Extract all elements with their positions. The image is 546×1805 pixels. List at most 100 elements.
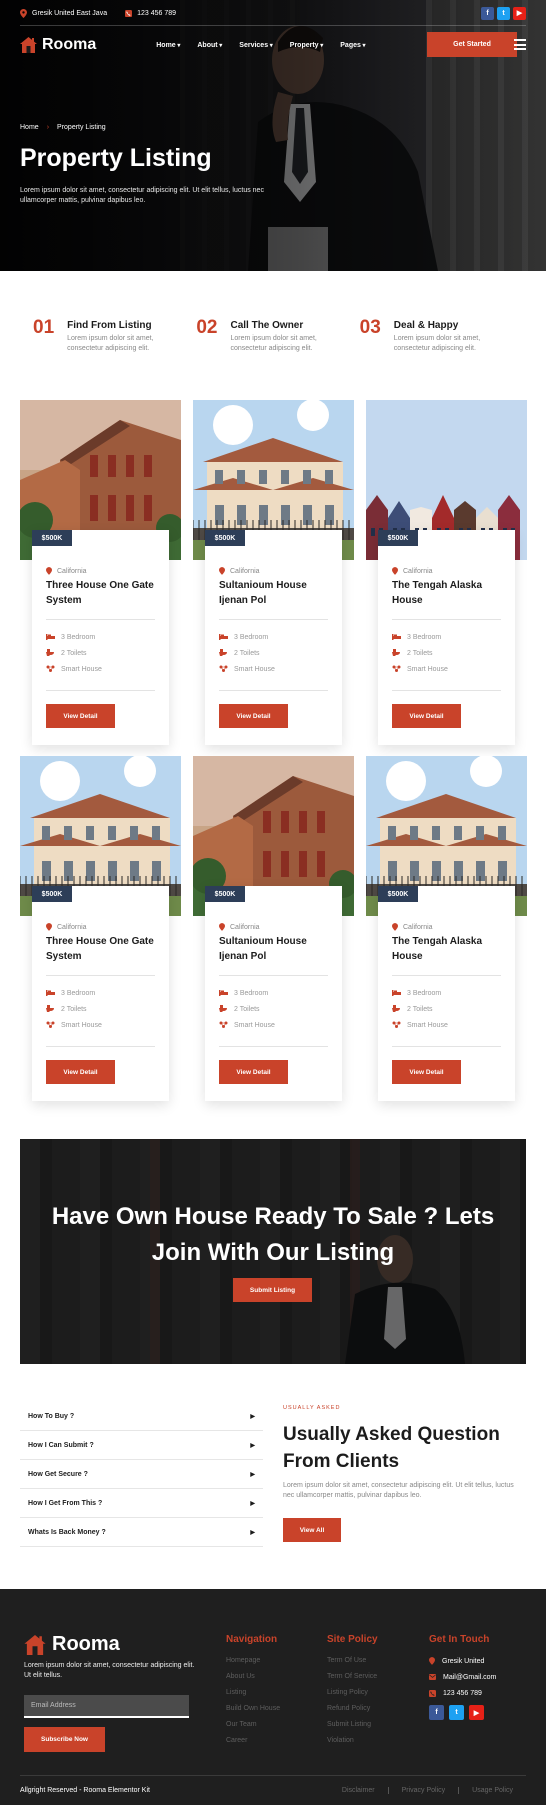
property-title[interactable]: Three House One Gate System [46,934,161,964]
location-text: California [403,923,433,931]
footer-link[interactable]: About Us [226,1669,280,1685]
location-text: California [230,567,260,575]
nav-item-services[interactable]: Services [239,42,273,49]
toilet-icon [219,649,228,658]
twitter-icon[interactable]: t [449,1705,464,1720]
footer-link[interactable]: Term Of Service [327,1669,378,1685]
footer-email-text[interactable]: Mail@Gmail.com [443,1674,496,1681]
view-detail-button[interactable]: View Detail [46,1060,115,1084]
youtube-icon[interactable]: ▶ [513,6,526,20]
footer-link[interactable]: Build Own House [226,1701,280,1717]
email-field[interactable]: Email Address [24,1695,189,1718]
subscribe-button[interactable]: Subscribe Now [24,1727,105,1752]
footer-logo[interactable]: Rooma [24,1633,120,1656]
breadcrumb-home[interactable]: Home [20,124,39,131]
property-card: $500K California The Tengah Alaska House 3 … [366,400,527,745]
step-item: 03 Deal & Happy Lorem ipsum dolor sit am… [360,318,523,354]
feature-text: Smart House [234,1022,275,1029]
footer-description: Lorem ipsum dolor sit amet, consectetur … [24,1662,195,1679]
card-divider [46,690,155,691]
property-title[interactable]: The Tengah Alaska House [392,934,507,964]
toilet-icon [219,1005,228,1014]
toilet-icon [392,1005,401,1014]
faq-item[interactable]: Whats Is Back Money ? ▶ [20,1518,263,1547]
footer-navigation: Navigation Homepage About Us Listing Bui… [226,1634,280,1749]
map-pin-icon [20,8,27,18]
page-title: Property Listing [20,144,212,172]
faq-question: How To Buy ? [28,1412,75,1420]
faq-item[interactable]: How I Can Submit ? ▶ [20,1431,263,1460]
card-divider [219,975,328,976]
smart-house-icon [392,665,401,674]
feature-text: Smart House [61,1022,102,1029]
get-started-button[interactable]: Get Started [427,32,517,57]
footer: Rooma Lorem ipsum dolor sit amet, consec… [0,1589,546,1805]
brand-logo[interactable]: Rooma [20,36,96,54]
faq-item[interactable]: How Get Secure ? ▶ [20,1460,263,1489]
smart-house-icon [46,665,55,674]
property-card: $500K California Three House One Gate Syst… [20,400,181,745]
copyright: Allgright Reserved - Rooma Elementor Kit [20,1787,150,1794]
view-detail-button[interactable]: View Detail [219,1060,288,1084]
footer-site-policy: Site Policy Term Of Use Term Of Service … [327,1634,378,1749]
property-location: California [46,567,87,575]
footer-link[interactable]: Refund Policy [327,1701,378,1717]
submit-listing-button[interactable]: Submit Listing [233,1278,312,1302]
feature-text: Smart House [407,666,448,673]
menu-icon[interactable] [514,39,526,50]
property-title[interactable]: The Tengah Alaska House [392,578,507,608]
house-logo-icon [20,37,37,53]
faq-question: Whats Is Back Money ? [28,1528,106,1536]
legal-link-disclaimer[interactable]: Disclaimer [329,1787,388,1794]
footer-link[interactable]: Homepage [226,1653,280,1669]
faq-item[interactable]: How To Buy ? ▶ [20,1402,263,1431]
footer-link[interactable]: Our Team [226,1717,280,1733]
property-feature: Smart House [392,665,448,674]
feature-text: 3 Bedroom [407,634,442,641]
property-card: $500K California Sultanioum House Ijenan P… [193,400,354,745]
property-feature: 2 Toilets [392,649,433,658]
facebook-icon[interactable]: f [481,6,494,20]
nav-item-property[interactable]: Property [290,42,323,49]
property-title[interactable]: Three House One Gate System [46,578,161,608]
footer-address: Gresik United [429,1653,496,1669]
nav-item-about[interactable]: About [197,42,222,49]
property-title[interactable]: Sultanioum House Ijenan Pol [219,578,334,608]
footer-link[interactable]: Career [226,1733,280,1749]
location-text: California [230,923,260,931]
feature-text: 3 Bedroom [234,634,269,641]
bed-icon [392,633,401,642]
property-title[interactable]: Sultanioum House Ijenan Pol [219,934,334,964]
caret-right-icon: ▶ [250,1529,255,1536]
location-text: California [403,567,433,575]
property-feature: 2 Toilets [46,1005,87,1014]
view-detail-button[interactable]: View Detail [219,704,288,728]
twitter-icon[interactable]: t [497,6,510,20]
brand-name: Rooma [42,36,97,53]
faq-item[interactable]: How I Get From This ? ▶ [20,1489,263,1518]
footer-link[interactable]: Submit Listing [327,1717,378,1733]
footer-link[interactable]: Listing [226,1685,280,1701]
feature-text: 2 Toilets [61,650,87,657]
nav-menu: Home About Services Property Pages [156,42,365,49]
smart-house-icon [46,1021,55,1030]
faq-question: How I Get From This ? [28,1499,103,1507]
view-detail-button[interactable]: View Detail [392,704,461,728]
legal-link-privacy[interactable]: Privacy Policy [387,1787,459,1794]
legal-links: Disclaimer Privacy Policy Usage Policy [329,1787,526,1794]
map-pin-icon [429,1657,435,1665]
youtube-icon[interactable]: ▶ [469,1705,484,1720]
footer-link[interactable]: Term Of Use [327,1653,378,1669]
footer-link[interactable]: Listing Policy [327,1685,378,1701]
cta-title-line1: Have Own House Ready To Sale ? Lets [51,1203,495,1230]
facebook-icon[interactable]: f [429,1705,444,1720]
footer-link[interactable]: Violation [327,1733,378,1749]
phone-icon [429,1689,436,1697]
feature-text: 3 Bedroom [61,990,96,997]
legal-link-usage[interactable]: Usage Policy [458,1787,526,1794]
view-detail-button[interactable]: View Detail [46,704,115,728]
view-all-button[interactable]: View All [283,1518,341,1542]
nav-item-pages[interactable]: Pages [340,42,365,49]
view-detail-button[interactable]: View Detail [392,1060,461,1084]
nav-item-home[interactable]: Home [156,42,180,49]
